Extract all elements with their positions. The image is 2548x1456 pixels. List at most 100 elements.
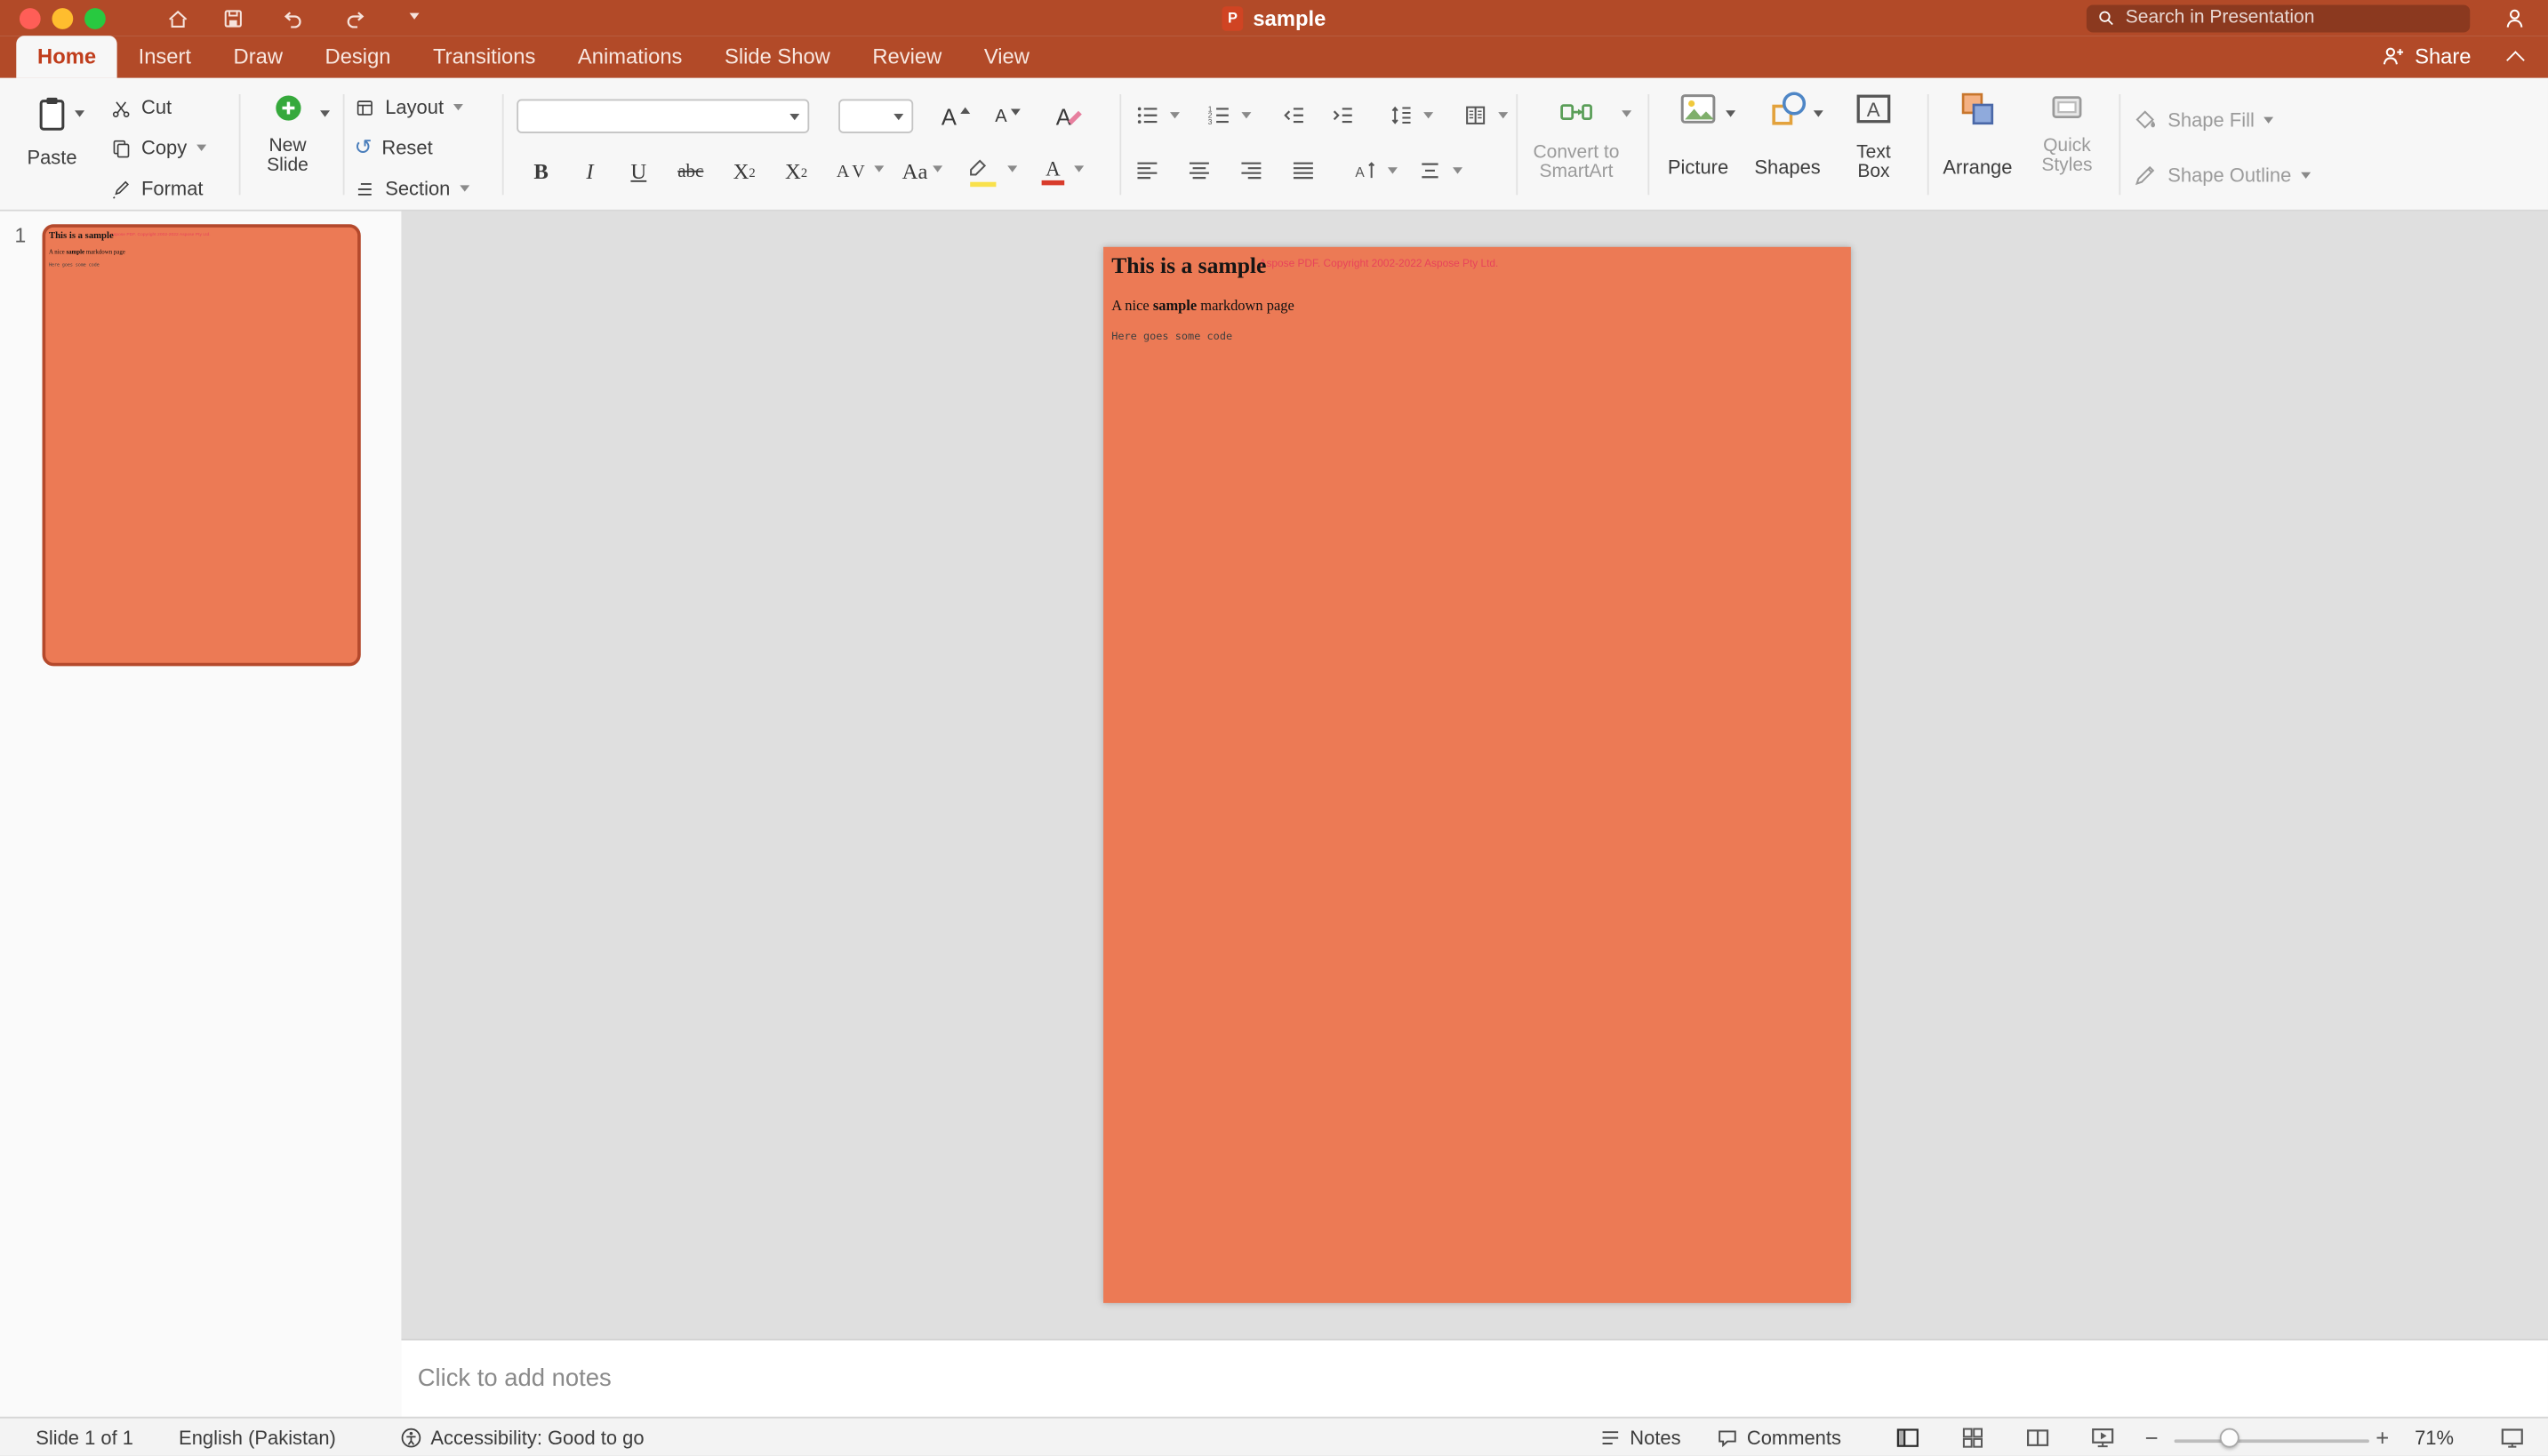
copy-dropdown[interactable] bbox=[196, 145, 206, 151]
slideshow-button[interactable] bbox=[2090, 1419, 2116, 1456]
new-slide-dropdown[interactable] bbox=[320, 110, 330, 116]
font-color-dropdown[interactable] bbox=[1074, 165, 1084, 172]
bullets-dropdown[interactable] bbox=[1170, 112, 1180, 118]
tab-review[interactable]: Review bbox=[852, 36, 963, 78]
tab-draw[interactable]: Draw bbox=[212, 36, 304, 78]
align-right-button[interactable] bbox=[1238, 157, 1264, 183]
reading-view-button[interactable] bbox=[2024, 1419, 2050, 1456]
zoom-in-button[interactable]: + bbox=[2376, 1419, 2389, 1456]
shape-outline-dropdown[interactable] bbox=[2301, 172, 2311, 179]
zoom-out-button[interactable]: − bbox=[2145, 1419, 2159, 1456]
change-case-button[interactable]: Aa bbox=[893, 153, 936, 192]
font-name-combobox[interactable] bbox=[517, 99, 809, 132]
paste-button[interactable]: Paste bbox=[13, 88, 92, 169]
strikethrough-button[interactable]: abc bbox=[666, 153, 715, 192]
font-size-combobox[interactable] bbox=[838, 99, 913, 132]
home-button[interactable] bbox=[165, 5, 189, 29]
numbering-button[interactable] bbox=[1206, 102, 1231, 128]
highlight-color-dropdown[interactable] bbox=[1007, 165, 1017, 172]
paste-dropdown[interactable] bbox=[75, 110, 84, 116]
cut-button[interactable]: Cut bbox=[110, 91, 172, 124]
change-case-dropdown[interactable] bbox=[933, 165, 942, 172]
share-button[interactable]: Share bbox=[2381, 44, 2472, 68]
align-text-button[interactable] bbox=[1417, 157, 1443, 183]
layout-button[interactable]: Layout bbox=[354, 91, 463, 124]
slide-canvas[interactable]: Aspose PDF. Copyright 2002-2022 Aspose P… bbox=[1103, 247, 1851, 1303]
italic-button[interactable]: I bbox=[569, 153, 612, 192]
tab-slide-show[interactable]: Slide Show bbox=[703, 36, 851, 78]
clear-formatting-button[interactable]: A bbox=[1046, 98, 1092, 137]
convert-smartart-button[interactable]: Convert to SmartArt bbox=[1524, 88, 1628, 182]
highlight-color-button[interactable] bbox=[966, 155, 1005, 190]
bullets-button[interactable] bbox=[1134, 102, 1160, 128]
columns-button[interactable] bbox=[1462, 102, 1488, 128]
text-direction-dropdown[interactable] bbox=[1388, 167, 1398, 173]
notes-toggle[interactable]: Notes bbox=[1599, 1419, 1681, 1456]
line-spacing-button[interactable] bbox=[1388, 102, 1414, 128]
tab-view[interactable]: View bbox=[963, 36, 1051, 78]
justify-button[interactable] bbox=[1290, 157, 1316, 183]
convert-smartart-dropdown[interactable] bbox=[1622, 110, 1631, 116]
format-painter-button[interactable]: Format bbox=[110, 172, 203, 205]
toolbar-options-chevron[interactable] bbox=[410, 13, 420, 20]
slide-heading[interactable]: This is a sample bbox=[1111, 255, 1266, 281]
fit-window-button[interactable] bbox=[2499, 1419, 2525, 1456]
slide-sorter-button[interactable] bbox=[1959, 1419, 1985, 1456]
underline-button[interactable]: U bbox=[618, 153, 661, 192]
quick-styles-button[interactable]: Quick Styles bbox=[2031, 88, 2103, 176]
undo-button[interactable] bbox=[279, 5, 303, 29]
grow-font-button[interactable]: A bbox=[933, 98, 978, 137]
text-box-button[interactable]: Text Box bbox=[1839, 88, 1908, 182]
tab-animations[interactable]: Animations bbox=[557, 36, 703, 78]
shrink-font-button[interactable]: A bbox=[985, 98, 1030, 137]
slide-code[interactable]: Here goes some code bbox=[1111, 330, 1232, 343]
character-spacing-dropdown[interactable] bbox=[874, 165, 884, 172]
slide-body[interactable]: A nice sample markdown page bbox=[1111, 297, 1294, 313]
notes-pane[interactable]: Click to add notes bbox=[401, 1339, 2548, 1417]
new-slide-button[interactable]: New Slide bbox=[247, 88, 328, 176]
font-color-button[interactable]: A bbox=[1033, 153, 1072, 192]
shapes-button[interactable]: Shapes bbox=[1751, 88, 1823, 179]
save-button[interactable] bbox=[221, 5, 245, 29]
slide-number-indicator[interactable]: Slide 1 of 1 bbox=[36, 1419, 133, 1456]
character-spacing-button[interactable]: AV bbox=[829, 153, 877, 192]
align-center-button[interactable] bbox=[1186, 157, 1212, 183]
bold-button[interactable]: B bbox=[520, 153, 563, 192]
shape-fill-button[interactable]: Shape Fill bbox=[2132, 104, 2274, 137]
slide-thumbnail[interactable]: Aspose PDF. Copyright 2002-2022 Aspose P… bbox=[43, 224, 361, 666]
minimize-button[interactable] bbox=[52, 7, 73, 28]
comments-toggle[interactable]: Comments bbox=[1716, 1419, 1841, 1456]
tab-insert[interactable]: Insert bbox=[117, 36, 212, 78]
search-input[interactable] bbox=[2087, 4, 2470, 32]
accessibility-status[interactable]: Accessibility: Good to go bbox=[400, 1419, 645, 1456]
align-left-button[interactable] bbox=[1134, 157, 1160, 183]
text-direction-button[interactable] bbox=[1352, 157, 1378, 183]
line-spacing-dropdown[interactable] bbox=[1423, 112, 1433, 118]
shape-fill-dropdown[interactable] bbox=[2264, 117, 2274, 124]
columns-dropdown[interactable] bbox=[1498, 112, 1508, 118]
section-button[interactable]: Section bbox=[354, 172, 469, 205]
redo-button[interactable] bbox=[344, 5, 368, 29]
zoom-slider-handle[interactable] bbox=[2220, 1428, 2240, 1448]
zoom-percentage[interactable]: 71% bbox=[2415, 1419, 2454, 1456]
tab-design[interactable]: Design bbox=[304, 36, 412, 78]
superscript-button[interactable]: X2 bbox=[722, 153, 767, 192]
fullscreen-button[interactable] bbox=[84, 7, 106, 28]
align-text-dropdown[interactable] bbox=[1453, 167, 1462, 173]
picture-dropdown[interactable] bbox=[1726, 110, 1735, 116]
close-button[interactable] bbox=[20, 7, 41, 28]
decrease-indent-button[interactable] bbox=[1280, 102, 1306, 128]
language-indicator[interactable]: English (Pakistan) bbox=[179, 1419, 336, 1456]
tab-home[interactable]: Home bbox=[16, 36, 117, 78]
reset-button[interactable]: ↺ Reset bbox=[354, 132, 432, 164]
shapes-dropdown[interactable] bbox=[1814, 110, 1823, 116]
increase-indent-button[interactable] bbox=[1329, 102, 1355, 128]
normal-view-button[interactable] bbox=[1895, 1419, 1920, 1456]
tab-transitions[interactable]: Transitions bbox=[412, 36, 557, 78]
picture-button[interactable]: Picture bbox=[1661, 88, 1735, 179]
numbering-dropdown[interactable] bbox=[1241, 112, 1251, 118]
subscript-button[interactable]: X2 bbox=[773, 153, 819, 192]
copy-button[interactable]: Copy bbox=[110, 132, 206, 164]
zoom-slider[interactable] bbox=[2175, 1439, 2369, 1443]
account-icon[interactable] bbox=[2503, 5, 2527, 29]
